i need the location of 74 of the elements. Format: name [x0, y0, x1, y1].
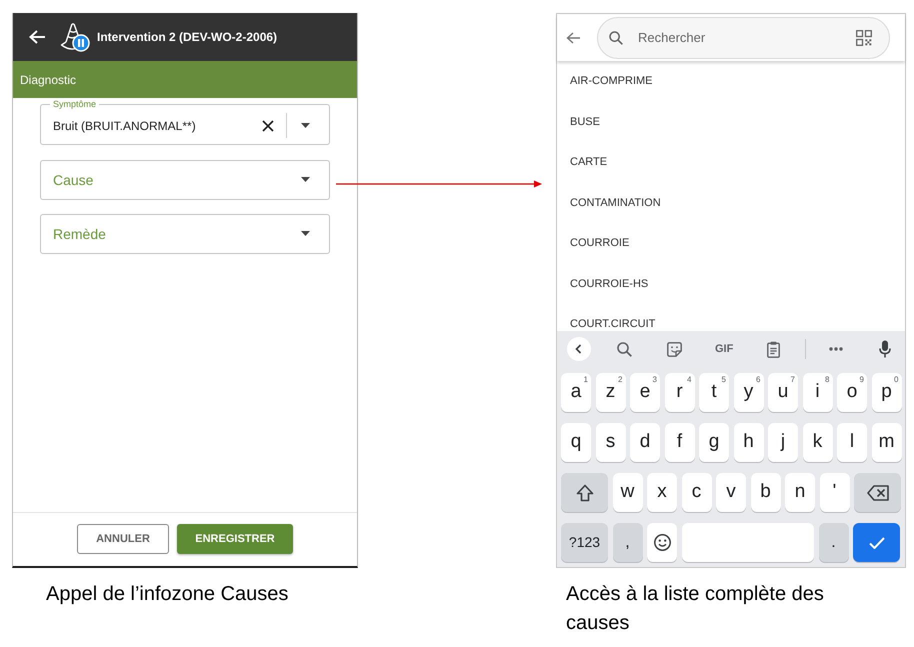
key-hint: 6 — [756, 375, 760, 384]
key[interactable]: d — [630, 423, 660, 462]
qr-code-icon[interactable] — [856, 30, 872, 46]
key-hint: 0 — [894, 375, 898, 384]
backspace-key[interactable] — [854, 473, 901, 512]
list-item[interactable]: COURROIE-HS — [570, 276, 648, 292]
enter-key[interactable] — [853, 523, 900, 562]
key[interactable]: c — [682, 473, 712, 512]
dropdown-caret-icon[interactable] — [301, 177, 310, 182]
save-button[interactable]: ENREGISTRER — [177, 524, 293, 554]
key[interactable]: . — [818, 523, 848, 562]
dropdown-caret-icon[interactable] — [301, 231, 310, 236]
key-hint: 5 — [722, 375, 726, 384]
key-hint: 1 — [584, 375, 588, 384]
chevron-left-icon[interactable] — [567, 337, 591, 361]
list-item[interactable]: COURROIE — [570, 235, 630, 252]
field-label: Symptôme — [52, 99, 98, 109]
key[interactable]: l — [837, 423, 867, 462]
more-icon[interactable] — [829, 347, 844, 351]
section-title: Diagnostic — [20, 72, 76, 88]
select-value[interactable]: Bruit (BRUIT.ANORMAL**) — [53, 116, 262, 134]
microphone-icon[interactable] — [879, 340, 892, 358]
key-hint: 3 — [652, 375, 657, 384]
backspace-icon — [866, 484, 888, 500]
key[interactable]: v — [716, 473, 746, 512]
checkmark-icon — [868, 536, 884, 548]
key-hint: 2 — [618, 375, 622, 384]
symbols-key[interactable]: ?123 — [561, 523, 608, 562]
gif-button[interactable]: GIF — [714, 342, 734, 356]
header-title: Intervention 2 (DEV-WO-2-2006) — [97, 29, 278, 46]
key[interactable]: h — [734, 423, 764, 462]
key[interactable]: m — [872, 423, 902, 462]
caption: Accès à la liste complète des causes — [565, 582, 825, 636]
list-item[interactable]: CARTE — [570, 154, 608, 170]
key[interactable]: n — [785, 473, 815, 512]
cancel-button[interactable]: ANNULER — [77, 524, 169, 554]
key[interactable]: s — [596, 423, 626, 462]
select-field[interactable]: Cause — [40, 160, 330, 200]
list-item[interactable]: CONTAMINATION — [570, 194, 661, 211]
key[interactable]: ' — [820, 473, 850, 512]
key[interactable]: q — [561, 423, 591, 462]
key[interactable]: r 4 — [664, 373, 694, 412]
key-hint: 8 — [825, 375, 830, 384]
key[interactable]: w — [612, 473, 642, 512]
dropdown-caret-icon[interactable] — [301, 123, 310, 128]
key-hint: 4 — [687, 375, 692, 384]
list-item[interactable]: BUSE — [570, 114, 600, 130]
caption: Appel de l’infozone Causes — [45, 582, 290, 607]
list-item[interactable]: COURT.CIRCUIT — [570, 316, 656, 331]
search-field[interactable]: Rechercher — [597, 16, 890, 58]
key[interactable]: x — [647, 473, 677, 512]
key[interactable]: k — [802, 423, 832, 462]
select-field[interactable]: Symptôme Bruit (BRUIT.ANORMAL**) — [40, 99, 330, 145]
sticker-icon[interactable] — [666, 342, 682, 356]
search-icon — [609, 30, 623, 44]
key-hint: 7 — [790, 375, 795, 384]
shift-key[interactable] — [561, 473, 608, 512]
smiley-icon — [654, 534, 670, 551]
key[interactable]: b — [750, 473, 780, 512]
key[interactable]: t 5 — [699, 373, 729, 412]
key[interactable]: j — [768, 423, 798, 462]
key[interactable]: g — [699, 423, 729, 462]
key[interactable]: , — [612, 523, 642, 562]
list-item[interactable]: AIR-COMPRIME — [570, 73, 652, 90]
key-hint: 9 — [860, 375, 864, 384]
emoji-key[interactable] — [647, 523, 677, 562]
search-icon[interactable] — [617, 342, 632, 356]
key[interactable]: i 8 — [802, 373, 832, 412]
key[interactable]: f — [664, 423, 694, 462]
shift-arrow-icon — [576, 484, 594, 502]
select-field[interactable]: Remède — [40, 214, 330, 254]
cone-logo-icon — [60, 22, 90, 52]
clear-icon[interactable] — [262, 120, 274, 132]
clipboard-icon[interactable] — [767, 340, 780, 358]
